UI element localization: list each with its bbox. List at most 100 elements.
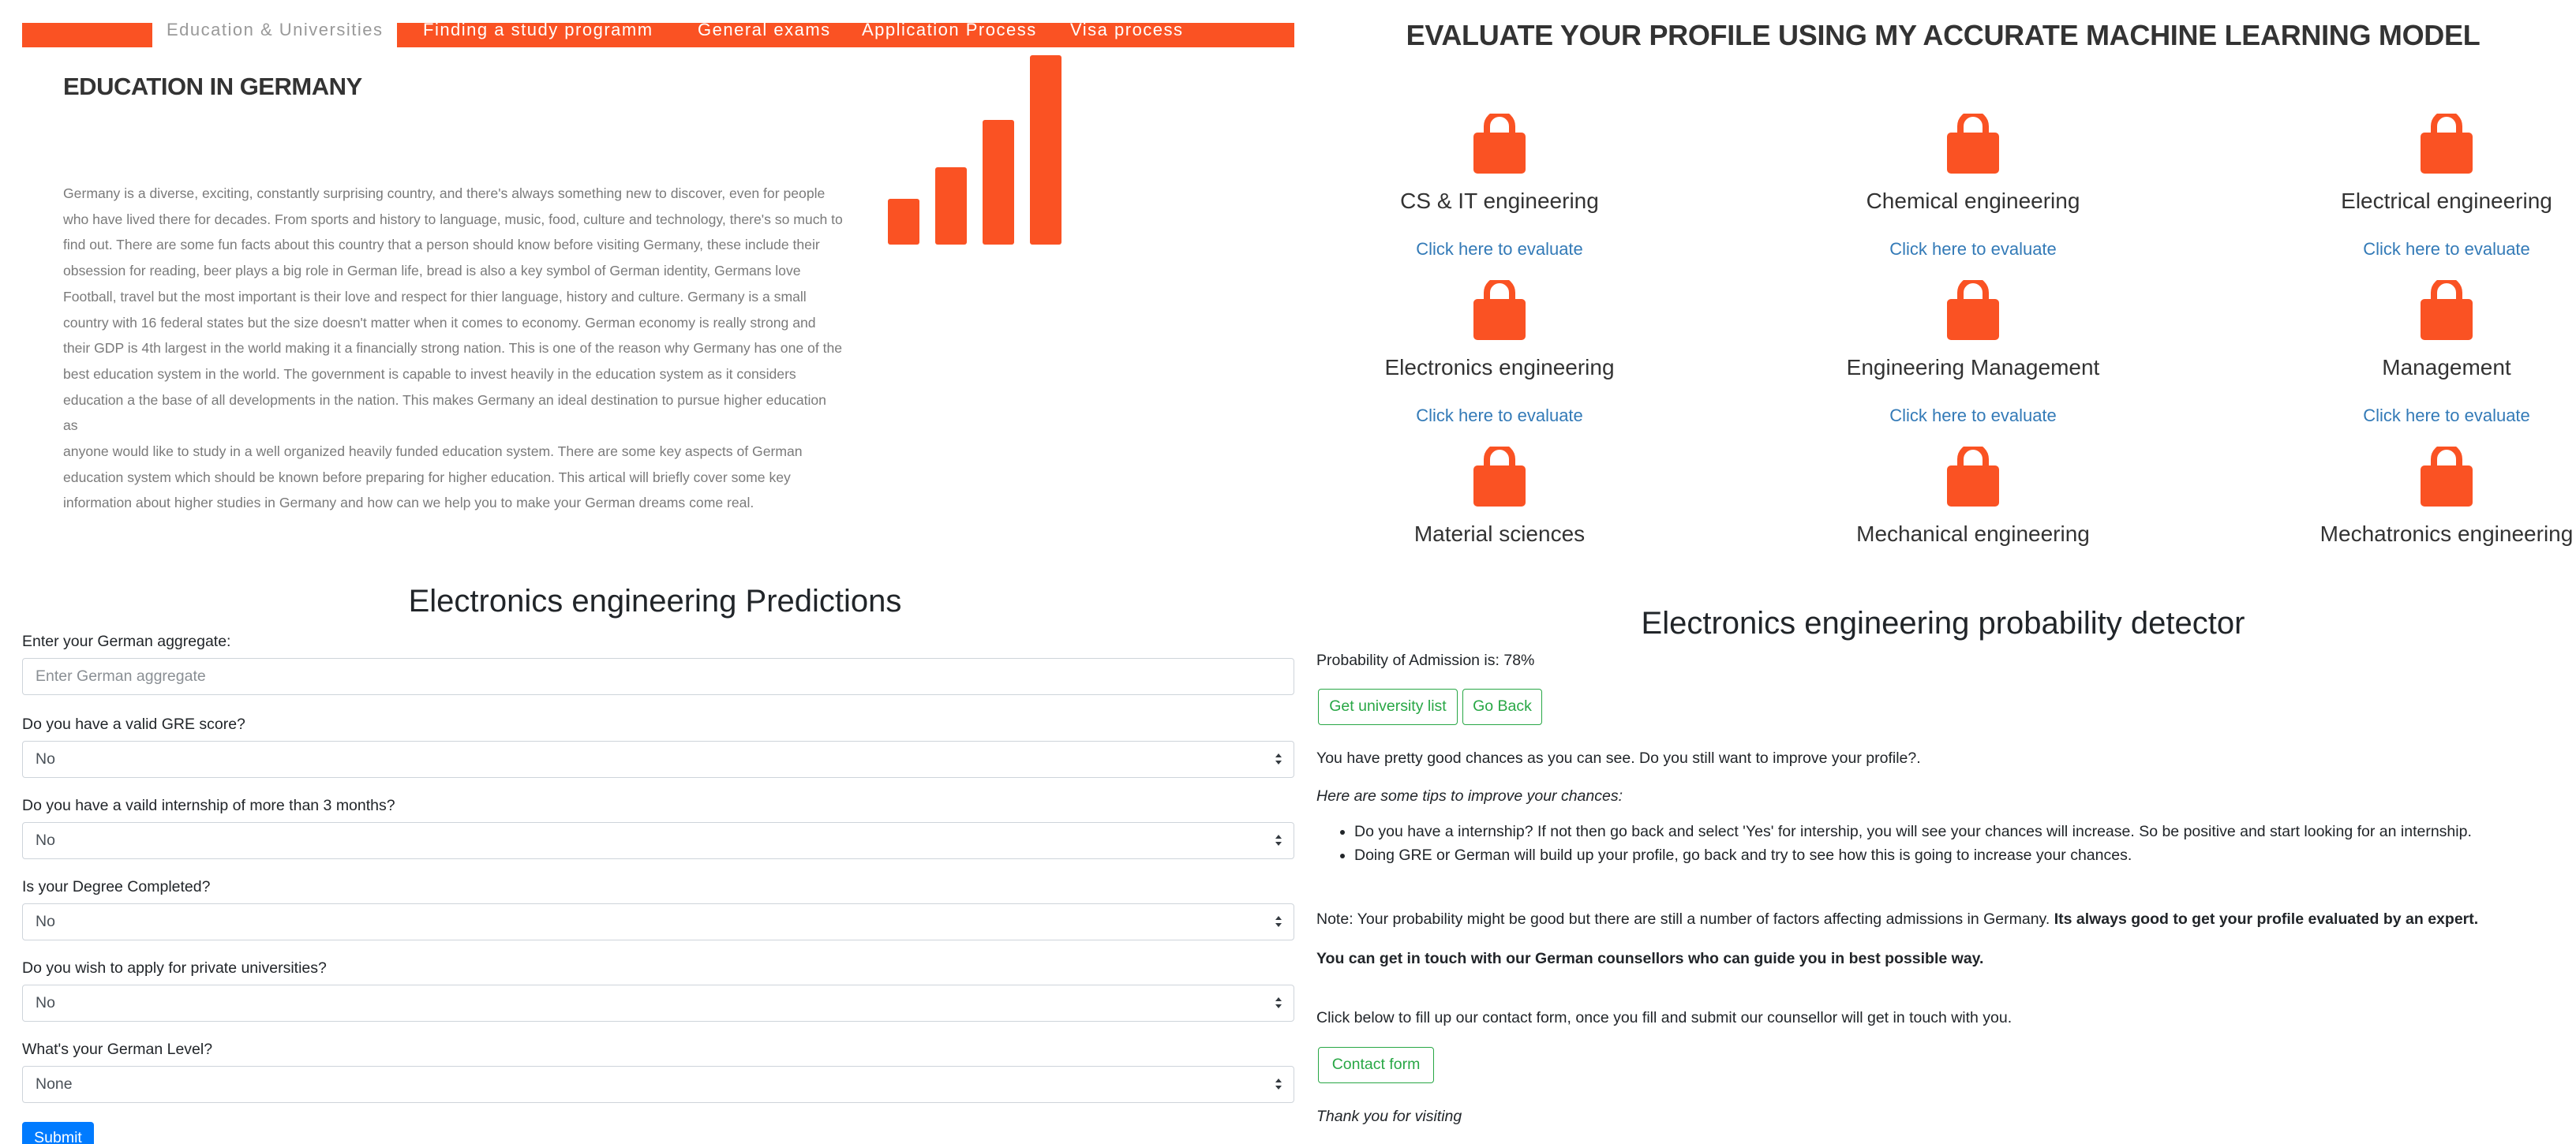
paragraph-line: best education system in the world. The … bbox=[63, 365, 796, 382]
evaluate-title: EVALUATE YOUR PROFILE USING MY ACCURATE … bbox=[1406, 19, 2481, 51]
counsellor-bold: You can get in touch with our German cou… bbox=[1316, 950, 1984, 967]
select-value: None bbox=[36, 1075, 73, 1093]
paragraph-line: Football, travel but the most important … bbox=[63, 288, 807, 305]
probability-title: Electronics engineering probability dete… bbox=[1641, 606, 2245, 641]
course-card-eng-management: Engineering Management Click here to eva… bbox=[1784, 280, 2162, 426]
probability-text: Probability of Admission is: 78% bbox=[1316, 652, 1535, 669]
nav-item-general-exams[interactable]: General exams bbox=[698, 23, 831, 47]
lock-icon bbox=[1947, 114, 1999, 174]
aggregate-label: Enter your German aggregate: bbox=[22, 633, 231, 650]
course-card-cs-it: CS & IT engineering Click here to evalua… bbox=[1310, 114, 1689, 260]
top-navbar: Education & Universities Finding a study… bbox=[22, 23, 1294, 47]
internship-select[interactable]: No bbox=[22, 822, 1294, 859]
nav-item-study-programm[interactable]: Finding a study programm bbox=[423, 23, 653, 47]
lock-icon bbox=[1473, 447, 1526, 507]
list-item: Do you have a internship? If not then go… bbox=[1354, 820, 2472, 843]
page-title: EDUCATION IN GERMANY bbox=[63, 73, 362, 100]
nav-item-education[interactable]: Education & Universities bbox=[152, 23, 398, 47]
course-card-management: Management Click here to evaluate bbox=[2257, 280, 2576, 426]
lock-icon bbox=[1473, 114, 1526, 174]
gre-select[interactable]: No bbox=[22, 741, 1294, 778]
evaluate-link[interactable]: Click here to evaluate bbox=[1310, 239, 1689, 260]
course-card-electrical: Electrical engineering Click here to eva… bbox=[2257, 114, 2576, 260]
select-value: No bbox=[36, 750, 55, 768]
tips-list: Do you have a internship? If not then go… bbox=[1354, 820, 2472, 867]
chances-text: You have pretty good chances as you can … bbox=[1316, 750, 1921, 767]
evaluate-link[interactable]: Click here to evaluate bbox=[2257, 406, 2576, 426]
contact-form-button[interactable]: Contact form bbox=[1318, 1047, 1434, 1083]
predictions-title: Electronics engineering Predictions bbox=[408, 584, 902, 619]
paragraph-line: Germany is a diverse, exciting, constant… bbox=[63, 185, 826, 201]
lock-icon bbox=[2421, 280, 2473, 340]
submit-button[interactable]: Submit bbox=[22, 1122, 94, 1144]
course-card-electronics: Electronics engineering Click here to ev… bbox=[1310, 280, 1689, 426]
thanks-text: Thank you for visiting bbox=[1316, 1108, 1462, 1126]
paragraph-line: who have lived there for decades. From s… bbox=[63, 211, 843, 227]
probability-panel: Electronics engineering probability dete… bbox=[1310, 576, 2576, 1144]
paragraph-line: anyone would like to study in a well org… bbox=[63, 443, 803, 460]
german-level-label: What's your German Level? bbox=[22, 1041, 213, 1058]
education-paragraph: Germany is a diverse, exciting, constant… bbox=[63, 181, 844, 516]
paragraph-line: find out. There are some fun facts about… bbox=[63, 237, 820, 253]
bar-chart-icon bbox=[888, 55, 1061, 245]
select-arrows-icon bbox=[1275, 1079, 1282, 1090]
tips-heading-text: Here are some tips to improve your chanc… bbox=[1316, 787, 1623, 805]
course-card-mechatronics: Mechatronics engineering bbox=[2257, 447, 2576, 547]
select-arrows-icon bbox=[1275, 916, 1282, 927]
note-bold: Its always good to get your profile eval… bbox=[2054, 910, 2479, 928]
degree-select[interactable]: No bbox=[22, 903, 1294, 940]
evaluate-link[interactable]: Click here to evaluate bbox=[1310, 406, 1689, 426]
evaluate-panel: EVALUATE YOUR PROFILE USING MY ACCURATE … bbox=[1310, 0, 2576, 568]
lock-icon bbox=[1473, 280, 1526, 340]
paragraph-line: their GDP is 4th largest in the world ma… bbox=[63, 340, 843, 357]
course-name: Chemical engineering bbox=[1866, 189, 2080, 213]
education-panel: Education & Universities Finding a study… bbox=[0, 0, 1294, 568]
german-level-select[interactable]: None bbox=[22, 1066, 1294, 1103]
paragraph-line: education a the base of all developments… bbox=[63, 391, 826, 434]
university-list-button[interactable]: Get university list bbox=[1318, 689, 1458, 725]
course-name: Management bbox=[2382, 355, 2511, 379]
course-card-material: Material sciences bbox=[1310, 447, 1689, 547]
nav-brand[interactable] bbox=[22, 23, 152, 47]
lock-icon bbox=[2421, 114, 2473, 174]
evaluate-link[interactable]: Click here to evaluate bbox=[1784, 239, 2162, 260]
paragraph-line: education system which should be known b… bbox=[63, 469, 791, 485]
course-name: Electrical engineering bbox=[2341, 189, 2552, 213]
evaluate-link[interactable]: Click here to evaluate bbox=[1784, 406, 2162, 426]
paragraph-line: obsession for reading, beer plays a big … bbox=[63, 263, 801, 279]
course-card-chemical: Chemical engineering Click here to evalu… bbox=[1784, 114, 2162, 260]
course-name: Mechatronics engineering bbox=[2320, 522, 2574, 546]
go-back-button[interactable]: Go Back bbox=[1462, 689, 1542, 725]
note-plain: Note: Your probability might be good but… bbox=[1316, 910, 2054, 928]
predictions-panel: Electronics engineering Predictions Ente… bbox=[0, 576, 1310, 1144]
course-name: Mechanical engineering bbox=[1856, 522, 2090, 546]
aggregate-input[interactable]: Enter German aggregate bbox=[22, 658, 1294, 695]
course-name: Material sciences bbox=[1413, 522, 1586, 546]
course-name: Electronics engineering bbox=[1384, 355, 1615, 379]
select-value: No bbox=[36, 832, 55, 849]
select-arrows-icon bbox=[1275, 753, 1282, 765]
nav-item-application[interactable]: Application Process bbox=[862, 23, 1037, 47]
select-value: No bbox=[36, 994, 55, 1011]
select-arrows-icon bbox=[1275, 997, 1282, 1008]
note-text: Note: Your probability might be good but… bbox=[1316, 910, 2478, 929]
counsellor-text: You can get in touch with our German cou… bbox=[1316, 950, 1983, 968]
gre-label: Do you have a valid GRE score? bbox=[22, 716, 245, 733]
nav-item-visa[interactable]: Visa process bbox=[1070, 23, 1184, 47]
lock-icon bbox=[1947, 280, 1999, 340]
lock-icon bbox=[2421, 447, 2473, 507]
course-card-mechanical: Mechanical engineering bbox=[1784, 447, 2162, 547]
contact-intro: Click below to fill up our contact form,… bbox=[1316, 1009, 2012, 1026]
evaluate-link[interactable]: Click here to evaluate bbox=[2257, 239, 2576, 260]
thanks-italic: Thank you for visiting bbox=[1316, 1108, 1462, 1125]
paragraph-line: country with 16 federal states but the s… bbox=[63, 314, 816, 331]
course-name: CS & IT engineering bbox=[1400, 189, 1599, 213]
private-uni-select[interactable]: No bbox=[22, 985, 1294, 1022]
select-arrows-icon bbox=[1275, 835, 1282, 846]
internship-label: Do you have a vaild internship of more t… bbox=[22, 797, 395, 814]
tips-heading: Here are some tips to improve your chanc… bbox=[1316, 787, 1623, 806]
select-value: No bbox=[36, 913, 55, 930]
private-uni-label: Do you wish to apply for private univers… bbox=[22, 959, 327, 977]
degree-label: Is your Degree Completed? bbox=[22, 878, 211, 895]
course-name: Engineering Management bbox=[1846, 355, 2100, 379]
